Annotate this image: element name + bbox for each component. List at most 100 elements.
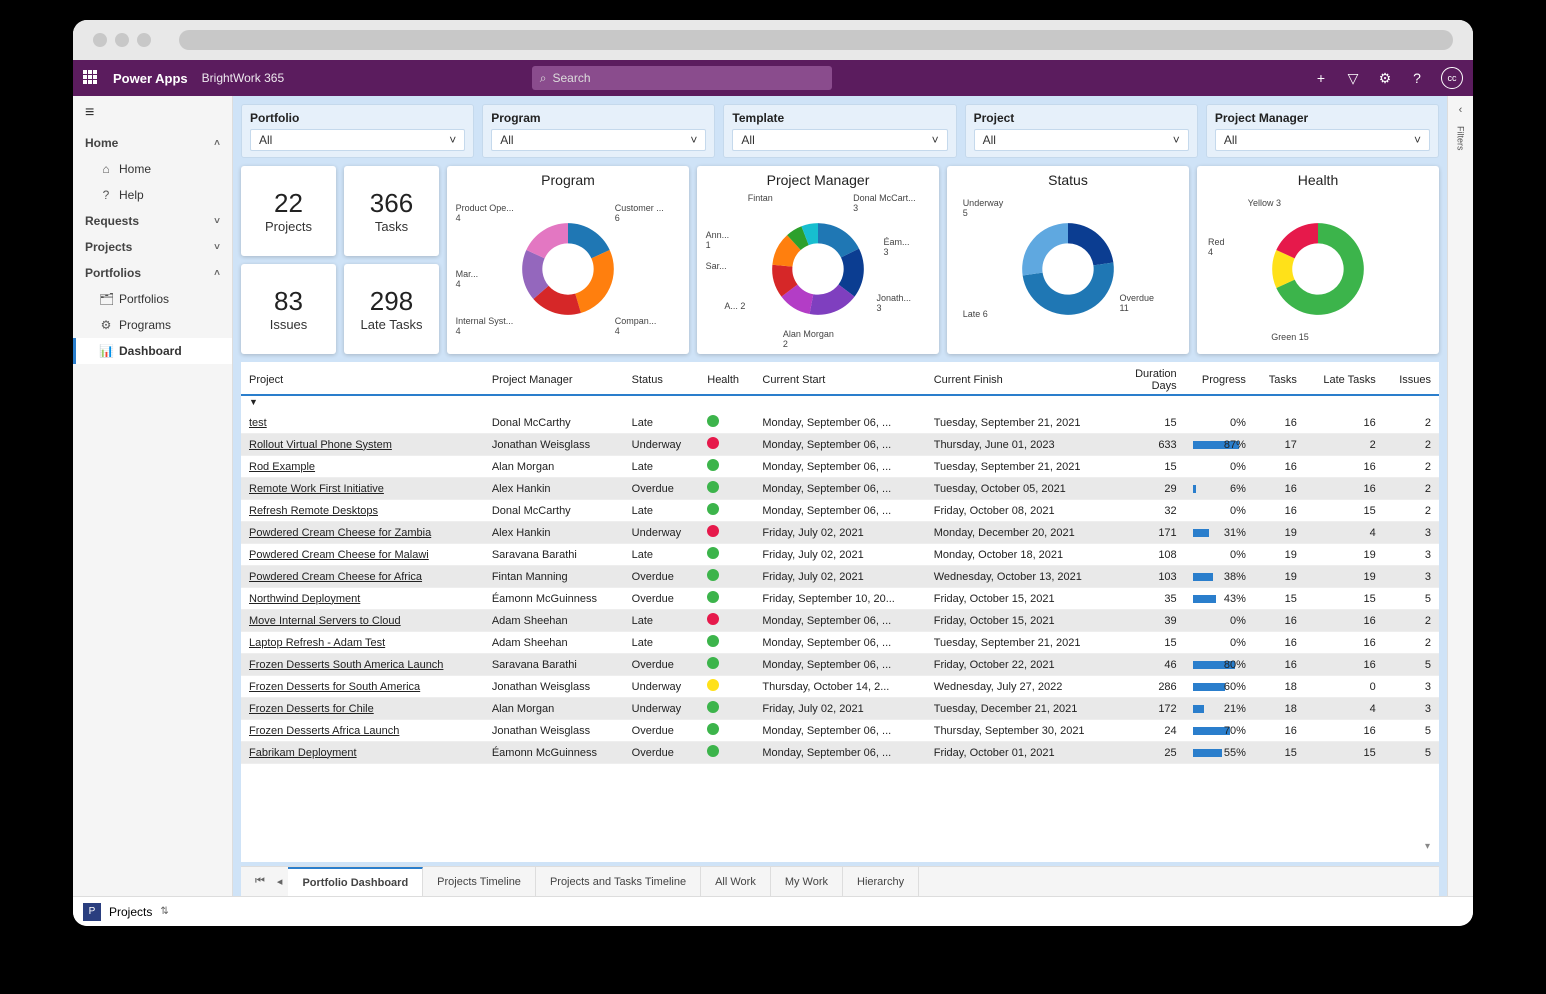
sidebar-group[interactable]: Projects˅	[73, 234, 232, 260]
chevron-left-icon[interactable]: ‹	[1459, 104, 1463, 116]
column-header[interactable]: Current Start	[754, 362, 925, 395]
cell-progress: 80%	[1185, 654, 1254, 676]
filter-select[interactable]: All˅	[250, 129, 465, 151]
help-icon[interactable]: ?	[1409, 70, 1425, 86]
table-row[interactable]: Fabrikam Deployment Éamonn McGuinness Ov…	[241, 742, 1439, 764]
sheet-tab[interactable]: My Work	[771, 867, 843, 896]
cell-health	[699, 544, 754, 566]
sidebar-item[interactable]: 🗂Portfolios	[73, 286, 232, 312]
cell-duration: 171	[1118, 522, 1184, 544]
project-link[interactable]: Frozen Desserts South America Launch	[249, 659, 443, 671]
filter-select[interactable]: All˅	[491, 129, 706, 151]
add-icon[interactable]: +	[1313, 70, 1329, 86]
table-row[interactable]: Laptop Refresh - Adam Test Adam Sheehan …	[241, 632, 1439, 654]
table-row[interactable]: Frozen Desserts for South America Jonath…	[241, 676, 1439, 698]
column-header[interactable]: Status	[624, 362, 700, 395]
project-link[interactable]: Rod Example	[249, 461, 315, 473]
project-link[interactable]: Northwind Deployment	[249, 593, 360, 605]
filter-select[interactable]: All˅	[1215, 129, 1430, 151]
sheet-tab[interactable]: Projects and Tasks Timeline	[536, 867, 701, 896]
project-table[interactable]: ▴▾ ProjectProject ManagerStatusHealthCur…	[241, 362, 1439, 862]
column-header[interactable]: Progress	[1185, 362, 1254, 395]
url-bar[interactable]	[179, 30, 1453, 50]
project-link[interactable]: Move Internal Servers to Cloud	[249, 615, 401, 627]
scroll-indicator[interactable]: ▴▾	[1425, 402, 1437, 852]
column-header[interactable]: Issues	[1384, 362, 1439, 395]
kpi-card[interactable]: 298Late Tasks	[344, 264, 439, 354]
table-row[interactable]: Frozen Desserts for Chile Alan Morgan Un…	[241, 698, 1439, 720]
sidebar-item[interactable]: 📊Dashboard	[73, 338, 232, 364]
sort-indicator-icon[interactable]: ▼	[249, 397, 258, 407]
search-input[interactable]: ⌕ Search	[532, 66, 832, 90]
project-link[interactable]: Powdered Cream Cheese for Malawi	[249, 549, 429, 561]
table-row[interactable]: Powdered Cream Cheese for Malawi Saravan…	[241, 544, 1439, 566]
project-link[interactable]: Frozen Desserts Africa Launch	[249, 725, 399, 737]
project-link[interactable]: Rollout Virtual Phone System	[249, 439, 392, 451]
kpi-card[interactable]: 366Tasks	[344, 166, 439, 256]
updown-icon[interactable]: ⇅	[160, 906, 168, 917]
table-row[interactable]: Frozen Desserts South America Launch Sar…	[241, 654, 1439, 676]
filter-select[interactable]: All˅	[974, 129, 1189, 151]
filter-icon[interactable]: ▽	[1345, 70, 1361, 86]
table-row[interactable]: Refresh Remote Desktops Donal McCarthy L…	[241, 500, 1439, 522]
filter-rail[interactable]: ‹ Filters	[1447, 96, 1473, 896]
column-header[interactable]: Project Manager	[484, 362, 624, 395]
project-link[interactable]: test	[249, 417, 267, 429]
column-header[interactable]: Tasks	[1254, 362, 1305, 395]
sidebar-group[interactable]: Home˄	[73, 130, 232, 156]
table-row[interactable]: Rod Example Alan Morgan Late Monday, Sep…	[241, 456, 1439, 478]
table-row[interactable]: Move Internal Servers to Cloud Adam Shee…	[241, 610, 1439, 632]
app-launcher-icon[interactable]	[83, 70, 99, 86]
user-avatar[interactable]: cc	[1441, 67, 1463, 89]
sidebar-item[interactable]: ⌂Home	[73, 156, 232, 182]
bottom-label[interactable]: Projects	[109, 905, 152, 919]
chart-card[interactable]: Program Product Ope...4Customer ...6Comp…	[447, 166, 689, 354]
projects-icon[interactable]: P	[83, 903, 101, 921]
chart-card[interactable]: Health Yellow 3Red4Green 15	[1197, 166, 1439, 354]
kpi-card[interactable]: 22Projects	[241, 166, 336, 256]
project-link[interactable]: Powdered Cream Cheese for Africa	[249, 571, 422, 583]
cell-status: Underway	[624, 698, 700, 720]
chart-card[interactable]: Status Underway5Overdue11Late 6	[947, 166, 1189, 354]
tab-nav-first[interactable]: ⏮	[249, 875, 271, 888]
sheet-tab[interactable]: Hierarchy	[843, 867, 919, 896]
sidebar-item[interactable]: ⚙Programs	[73, 312, 232, 338]
filter-select[interactable]: All˅	[732, 129, 947, 151]
tab-nav-prev[interactable]: ◂	[271, 875, 289, 888]
column-header[interactable]: Current Finish	[926, 362, 1119, 395]
column-header[interactable]: Late Tasks	[1305, 362, 1384, 395]
sidebar-item[interactable]: ?Help	[73, 182, 232, 208]
table-row[interactable]: Remote Work First Initiative Alex Hankin…	[241, 478, 1439, 500]
table-row[interactable]: Powdered Cream Cheese for Zambia Alex Ha…	[241, 522, 1439, 544]
cell-duration: 25	[1118, 742, 1184, 764]
chart-card[interactable]: Project Manager Donal McCart...3Éam...3J…	[697, 166, 939, 354]
sheet-tab[interactable]: All Work	[701, 867, 771, 896]
cell-status: Underway	[624, 676, 700, 698]
cell-tasks: 16	[1254, 610, 1305, 632]
project-link[interactable]: Refresh Remote Desktops	[249, 505, 378, 517]
kpi-card[interactable]: 83Issues	[241, 264, 336, 354]
hamburger-icon[interactable]: ≡	[73, 96, 232, 130]
table-row[interactable]: test Donal McCarthy Late Monday, Septemb…	[241, 412, 1439, 434]
column-header[interactable]: Project	[241, 362, 484, 395]
project-link[interactable]: Laptop Refresh - Adam Test	[249, 637, 385, 649]
sidebar-group[interactable]: Requests˅	[73, 208, 232, 234]
table-row[interactable]: Rollout Virtual Phone System Jonathan We…	[241, 434, 1439, 456]
column-header[interactable]: Health	[699, 362, 754, 395]
column-header[interactable]: DurationDays	[1118, 362, 1184, 395]
cell-start: Friday, July 02, 2021	[754, 698, 925, 720]
project-link[interactable]: Frozen Desserts for South America	[249, 681, 420, 693]
project-link[interactable]: Remote Work First Initiative	[249, 483, 384, 495]
cell-finish: Wednesday, July 27, 2022	[926, 676, 1119, 698]
table-row[interactable]: Powdered Cream Cheese for Africa Fintan …	[241, 566, 1439, 588]
sheet-tab[interactable]: Portfolio Dashboard	[288, 867, 423, 896]
table-row[interactable]: Northwind Deployment Éamonn McGuinness O…	[241, 588, 1439, 610]
project-link[interactable]: Frozen Desserts for Chile	[249, 703, 374, 715]
environment-name[interactable]: BrightWork 365	[202, 71, 284, 85]
project-link[interactable]: Powdered Cream Cheese for Zambia	[249, 527, 431, 539]
sidebar-group[interactable]: Portfolios˄	[73, 260, 232, 286]
table-row[interactable]: Frozen Desserts Africa Launch Jonathan W…	[241, 720, 1439, 742]
settings-icon[interactable]: ⚙	[1377, 70, 1393, 86]
project-link[interactable]: Fabrikam Deployment	[249, 747, 357, 759]
sheet-tab[interactable]: Projects Timeline	[423, 867, 536, 896]
